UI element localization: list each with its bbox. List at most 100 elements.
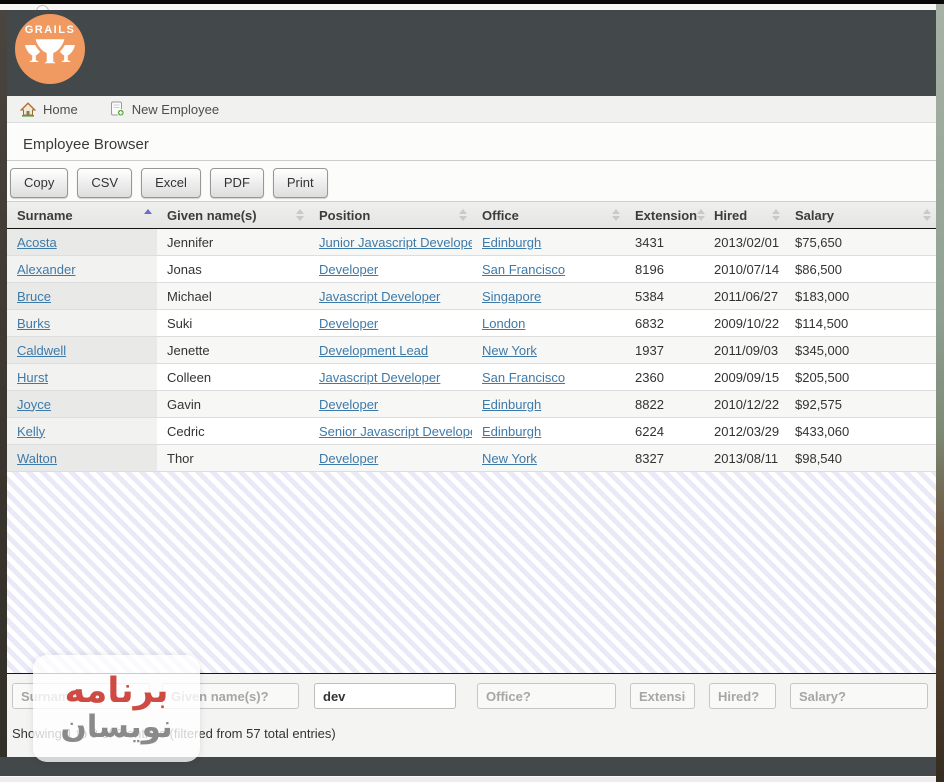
csv-button[interactable]: CSV	[77, 168, 132, 198]
position-link[interactable]: Javascript Developer	[319, 289, 440, 304]
office-link[interactable]: Edinburgh	[482, 424, 541, 439]
cell-surname: Kelly	[7, 418, 157, 444]
app-header: GRAILS	[0, 10, 936, 96]
position-link[interactable]: Senior Javascript Developer	[319, 424, 472, 439]
cell-extension: 6832	[625, 310, 704, 336]
cell-position: Developer	[309, 310, 472, 336]
column-header-given[interactable]: Given name(s)	[157, 202, 309, 228]
position-link[interactable]: Development Lead	[319, 343, 428, 358]
column-header-extension[interactable]: Extension	[625, 202, 704, 228]
column-header-surname[interactable]: Surname	[7, 202, 157, 228]
surname-link[interactable]: Joyce	[17, 397, 51, 412]
table-row: BurksSukiDeveloperLondon68322009/10/22$1…	[7, 310, 936, 337]
office-link[interactable]: San Francisco	[482, 370, 565, 385]
excel-button[interactable]: Excel	[141, 168, 201, 198]
surname-link[interactable]: Alexander	[17, 262, 76, 277]
surname-link[interactable]: Kelly	[17, 424, 45, 439]
cell-hired: 2011/09/03	[704, 337, 785, 363]
table-header-row: SurnameGiven name(s) Position Office Extens…	[7, 201, 936, 229]
filter-input-given[interactable]	[162, 683, 299, 709]
office-link[interactable]: Edinburgh	[482, 397, 541, 412]
cell-surname: Joyce	[7, 391, 157, 417]
cell-extension: 5384	[625, 283, 704, 309]
filter-input-office[interactable]	[477, 683, 616, 709]
table-info-text: Showing 1 to 9 of 9 entries (filtered fr…	[12, 726, 936, 741]
filter-cell-surname	[7, 683, 157, 709]
cell-extension: 6224	[625, 418, 704, 444]
copy-button[interactable]: Copy	[10, 168, 68, 198]
desktop-right-edge	[936, 4, 944, 782]
cell-salary: $98,540	[785, 445, 936, 471]
office-link[interactable]: Singapore	[482, 289, 541, 304]
cell-position: Javascript Developer	[309, 283, 472, 309]
cell-salary: $86,500	[785, 256, 936, 282]
grails-logo-icon[interactable]: GRAILS	[15, 14, 85, 84]
table-row: BruceMichaelJavascript DeveloperSingapor…	[7, 283, 936, 310]
cell-office: San Francisco	[472, 364, 625, 390]
surname-link[interactable]: Burks	[17, 316, 50, 331]
filter-input-extension[interactable]	[630, 683, 695, 709]
surname-link[interactable]: Acosta	[17, 235, 57, 250]
column-label: Salary	[795, 208, 834, 223]
pdf-button[interactable]: PDF	[210, 168, 264, 198]
cell-position: Developer	[309, 256, 472, 282]
cell-salary: $433,060	[785, 418, 936, 444]
export-buttons-row: Copy CSV Excel PDF Print	[7, 161, 936, 201]
sort-both-icon	[923, 209, 931, 221]
office-link[interactable]: New York	[482, 343, 537, 358]
browser-button-remnant-icon	[36, 5, 49, 10]
surname-link[interactable]: Hurst	[17, 370, 48, 385]
breadcrumb-home[interactable]: Home	[20, 102, 78, 117]
column-header-office[interactable]: Office	[472, 202, 625, 228]
position-link[interactable]: Developer	[319, 451, 378, 466]
cell-surname: Acosta	[7, 229, 157, 255]
column-label: Position	[319, 208, 370, 223]
cell-salary: $345,000	[785, 337, 936, 363]
filter-cell-given	[157, 683, 309, 709]
position-link[interactable]: Developer	[319, 262, 378, 277]
sort-ascending-icon	[144, 209, 152, 221]
breadcrumb-new-employee-label: New Employee	[132, 102, 219, 117]
main-content: Employee Browser Copy CSV Excel PDF Print Su…	[7, 124, 936, 757]
application-window: GRAILS Home New Employee	[0, 0, 944, 782]
empty-scroll-area	[7, 472, 936, 673]
filter-cell-hired	[704, 683, 785, 709]
office-link[interactable]: London	[482, 316, 525, 331]
position-link[interactable]: Developer	[319, 316, 378, 331]
cell-given: Colleen	[157, 364, 309, 390]
cell-hired: 2011/06/27	[704, 283, 785, 309]
office-link[interactable]: Edinburgh	[482, 235, 541, 250]
cell-salary: $183,000	[785, 283, 936, 309]
sort-both-icon	[296, 209, 304, 221]
breadcrumb-new-employee[interactable]: New Employee	[110, 101, 219, 117]
cell-hired: 2010/12/22	[704, 391, 785, 417]
position-link[interactable]: Javascript Developer	[319, 370, 440, 385]
cell-office: Edinburgh	[472, 229, 625, 255]
column-header-position[interactable]: Position	[309, 202, 472, 228]
column-label: Extension	[635, 208, 697, 223]
filter-input-hired[interactable]	[709, 683, 776, 709]
cell-extension: 8196	[625, 256, 704, 282]
cell-hired: 2013/02/01	[704, 229, 785, 255]
browser-chrome-strip	[0, 4, 944, 10]
cell-given: Cedric	[157, 418, 309, 444]
cell-extension: 2360	[625, 364, 704, 390]
cell-surname: Bruce	[7, 283, 157, 309]
print-button[interactable]: Print	[273, 168, 328, 198]
office-link[interactable]: New York	[482, 451, 537, 466]
surname-link[interactable]: Caldwell	[17, 343, 66, 358]
column-header-salary[interactable]: Salary	[785, 202, 936, 228]
office-link[interactable]: San Francisco	[482, 262, 565, 277]
filter-input-surname[interactable]	[12, 683, 150, 709]
surname-link[interactable]: Walton	[17, 451, 57, 466]
position-link[interactable]: Developer	[319, 397, 378, 412]
column-header-hired[interactable]: Hired	[704, 202, 785, 228]
logo-text: GRAILS	[25, 24, 76, 36]
filter-input-salary[interactable]	[790, 683, 928, 709]
filter-input-position[interactable]	[314, 683, 456, 709]
position-link[interactable]: Junior Javascript Developer	[319, 235, 472, 250]
cell-office: San Francisco	[472, 256, 625, 282]
page-title: Employee Browser	[7, 124, 936, 153]
surname-link[interactable]: Bruce	[17, 289, 51, 304]
cell-surname: Caldwell	[7, 337, 157, 363]
